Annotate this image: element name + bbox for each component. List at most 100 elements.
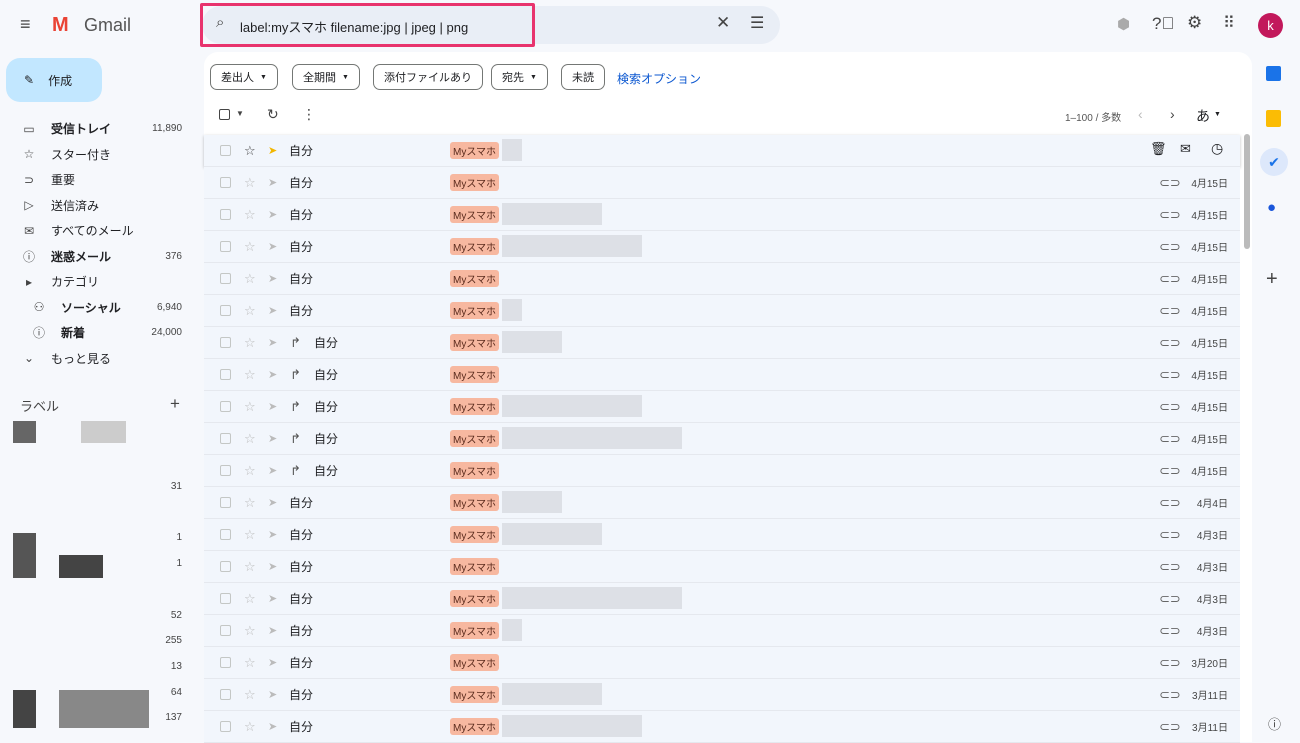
row-checkbox[interactable] — [220, 625, 231, 636]
sidebar-item[interactable]: ⓘ 新着 24,000 — [0, 320, 200, 346]
email-row[interactable]: ☆ ➤ 自分 Myスマホ ⊂⊃ 4月15日 — [204, 263, 1240, 295]
email-row[interactable]: ☆ ➤ 自分 Myスマホ ⊂⊃ 3月11日 — [204, 711, 1240, 743]
label-tag[interactable]: Myスマホ — [450, 654, 500, 671]
star-icon[interactable]: ☆ — [244, 143, 256, 159]
star-icon[interactable]: ☆ — [244, 303, 256, 319]
important-icon[interactable]: ➤ — [268, 336, 277, 349]
label-tag[interactable]: Myスマホ — [450, 430, 500, 447]
input-tools-dropdown-icon[interactable]: ▼ — [1214, 111, 1221, 118]
important-icon[interactable]: ➤ — [268, 368, 277, 381]
row-checkbox[interactable] — [220, 241, 231, 252]
sidebar-item[interactable]: ▭ 受信トレイ 11,890 — [0, 116, 200, 142]
label-tag[interactable]: Myスマホ — [450, 366, 500, 383]
star-icon[interactable]: ☆ — [244, 463, 256, 479]
row-checkbox[interactable] — [220, 305, 231, 316]
email-row[interactable]: ☆ ➤ 自分 Myスマホ ⊂⊃ 3月11日 — [204, 679, 1240, 711]
select-all-checkbox[interactable] — [219, 109, 230, 120]
important-icon[interactable]: ➤ — [268, 176, 277, 189]
settings-icon[interactable]: ⚙ — [1187, 13, 1202, 33]
next-page-icon[interactable]: › — [1170, 106, 1175, 122]
email-row[interactable]: ☆ ➤ 自分 Myスマホ ⊂⊃ 3月20日 — [204, 647, 1240, 679]
star-icon[interactable]: ☆ — [244, 527, 256, 543]
add-addon-icon[interactable]: + — [1266, 268, 1278, 291]
star-icon[interactable]: ☆ — [244, 175, 256, 191]
sidebar-item[interactable]: ✉ すべてのメール — [0, 218, 200, 244]
row-checkbox[interactable] — [220, 465, 231, 476]
label-tag[interactable]: Myスマホ — [450, 686, 500, 703]
delete-icon[interactable]: 🗑 — [1150, 141, 1167, 157]
contacts-icon[interactable]: ● — [1267, 199, 1276, 216]
important-icon[interactable]: ➤ — [268, 560, 277, 573]
sidebar-item[interactable]: ⓘ 迷惑メール 376 — [0, 244, 200, 270]
star-icon[interactable]: ☆ — [244, 239, 256, 255]
search-options-link[interactable]: 検索オプション — [617, 70, 701, 87]
filter-chip[interactable]: 添付ファイルあり — [373, 64, 483, 90]
email-row[interactable]: ☆ ➤ ↱ 自分 Myスマホ ⊂⊃ 4月15日 — [204, 455, 1240, 487]
row-checkbox[interactable] — [220, 497, 231, 508]
star-icon[interactable]: ☆ — [244, 399, 256, 415]
important-icon[interactable]: ➤ — [268, 432, 277, 445]
star-icon[interactable]: ☆ — [244, 335, 256, 351]
star-icon[interactable]: ☆ — [244, 655, 256, 671]
sidebar-item[interactable]: ▷ 送信済み — [0, 193, 200, 219]
star-icon[interactable]: ☆ — [244, 367, 256, 383]
label-tag[interactable]: Myスマホ — [450, 206, 500, 223]
add-label-icon[interactable]: + — [170, 394, 180, 414]
menu-icon[interactable]: ≡ — [20, 14, 31, 35]
label-tag[interactable]: Myスマホ — [450, 590, 500, 607]
star-icon[interactable]: ☆ — [244, 623, 256, 639]
email-row[interactable]: ☆ ➤ 自分 Myスマホ ⊂⊃ 4月3日 — [204, 615, 1240, 647]
row-checkbox[interactable] — [220, 401, 231, 412]
input-tools-button[interactable]: あ — [1196, 106, 1210, 126]
label-tag[interactable]: Myスマホ — [450, 334, 500, 351]
clear-search-icon[interactable]: ✕ — [716, 13, 730, 33]
label-tag[interactable]: Myスマホ — [450, 494, 500, 511]
label-tag[interactable]: Myスマホ — [450, 398, 500, 415]
row-checkbox[interactable] — [220, 561, 231, 572]
email-row[interactable]: ☆ ➤ 自分 Myスマホ ⊂⊃ 4月15日 — [204, 295, 1240, 327]
label-tag[interactable]: Myスマホ — [450, 302, 500, 319]
email-row[interactable]: ☆ ➤ 自分 Myスマホ ⊂⊃ 4月3日 — [204, 583, 1240, 615]
row-checkbox[interactable] — [220, 209, 231, 220]
important-icon[interactable]: ➤ — [268, 208, 277, 221]
avatar[interactable]: k — [1258, 13, 1283, 38]
email-row[interactable]: ☆ ➤ ↱ 自分 Myスマホ ⊂⊃ 4月15日 — [204, 423, 1240, 455]
star-icon[interactable]: ☆ — [244, 719, 256, 735]
sidebar-item[interactable]: ☆ スター付き — [0, 142, 200, 168]
gemini-icon[interactable]: ⬢ — [1117, 15, 1130, 33]
row-checkbox[interactable] — [220, 657, 231, 668]
row-checkbox[interactable] — [220, 721, 231, 732]
important-icon[interactable]: ➤ — [268, 400, 277, 413]
sidebar-item[interactable]: ⚇ ソーシャル 6,940 — [0, 295, 200, 321]
important-icon[interactable]: ➤ — [268, 592, 277, 605]
important-icon[interactable]: ➤ — [268, 304, 277, 317]
label-tag[interactable]: Myスマホ — [450, 558, 500, 575]
keep-icon[interactable] — [1266, 110, 1281, 127]
row-checkbox[interactable] — [220, 433, 231, 444]
important-icon[interactable]: ➤ — [268, 496, 277, 509]
filter-chip[interactable]: 未読 — [561, 64, 605, 90]
apps-icon[interactable]: ⠿ — [1223, 13, 1235, 33]
tasks-icon[interactable]: ✔ — [1260, 148, 1288, 176]
select-dropdown-icon[interactable]: ▼ — [236, 109, 244, 118]
label-tag[interactable]: Myスマホ — [450, 622, 500, 639]
row-checkbox[interactable] — [220, 145, 231, 156]
star-icon[interactable]: ☆ — [244, 271, 256, 287]
mark-unread-icon[interactable]: ✉ — [1180, 141, 1191, 157]
row-checkbox[interactable] — [220, 593, 231, 604]
label-tag[interactable]: Myスマホ — [450, 270, 500, 287]
email-row[interactable]: ☆ ➤ ↱ 自分 Myスマホ ⊂⊃ 4月15日 — [204, 391, 1240, 423]
email-row[interactable]: ☆ ➤ 自分 Myスマホ ⊂⊃ 4月4日 — [204, 487, 1240, 519]
row-checkbox[interactable] — [220, 529, 231, 540]
label-tag[interactable]: Myスマホ — [450, 718, 500, 735]
info-icon[interactable]: ⓘ — [1268, 714, 1281, 733]
sidebar-item[interactable]: ▸ カテゴリ — [0, 269, 200, 295]
email-row[interactable]: ☆ ➤ 自分 Myスマホ 🗑 ✉ ◷ — [204, 135, 1240, 167]
filter-chip[interactable]: 全期間 ▼ — [292, 64, 360, 90]
important-icon[interactable]: ➤ — [268, 528, 277, 541]
refresh-icon[interactable]: ↻ — [267, 106, 279, 123]
email-row[interactable]: ☆ ➤ 自分 Myスマホ ⊂⊃ 4月15日 — [204, 231, 1240, 263]
important-icon[interactable]: ➤ — [268, 720, 277, 733]
prev-page-icon[interactable]: ‹ — [1138, 106, 1143, 122]
row-checkbox[interactable] — [220, 689, 231, 700]
